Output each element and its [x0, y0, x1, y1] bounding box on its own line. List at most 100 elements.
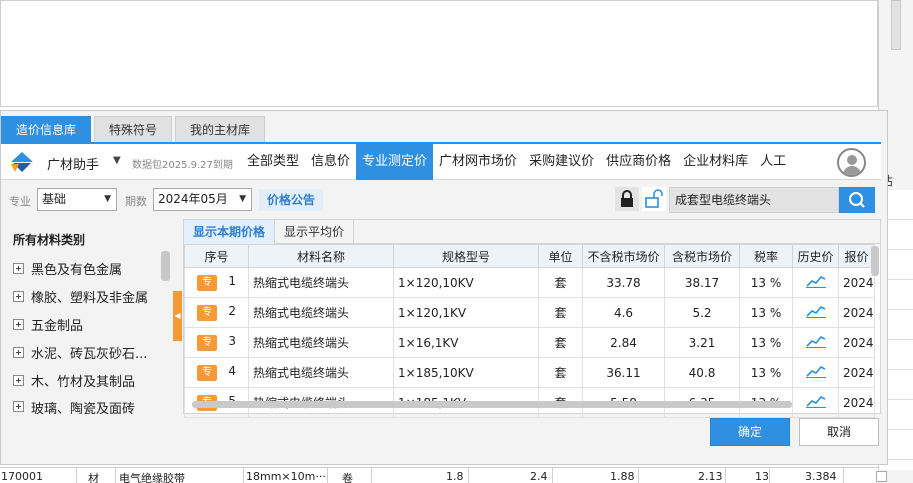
col-header-unit[interactable]: 单位	[538, 244, 583, 268]
cell-name: 热缩式电缆终端头	[248, 327, 394, 358]
category-item[interactable]: 五金制品	[13, 314, 83, 334]
nav-supplier-price[interactable]: 供应商价格	[600, 144, 677, 180]
table-row[interactable]: 专 1 热缩式电缆终端头 1×120,10KV 套 33.78 38.17 13 % 2024	[184, 267, 875, 298]
tab-price-info-library[interactable]: 造价信息库	[1, 116, 92, 142]
cell-price-in-tax: 38.17	[664, 267, 740, 298]
history-price-icon[interactable]	[805, 334, 826, 348]
search-input[interactable]: 成套型电缆终端头	[669, 187, 839, 213]
top-tab-bar: 造价信息库 特殊符号 我的主材库	[1, 116, 268, 142]
cell-no: 专 4	[184, 357, 249, 388]
row-code: 170001	[1, 470, 43, 483]
cell-history[interactable]	[792, 267, 839, 298]
expand-icon[interactable]	[13, 346, 24, 358]
history-price-icon[interactable]	[805, 364, 826, 378]
cell-unit: 套	[538, 357, 583, 388]
col-header-price-in-tax[interactable]: 含税市场价	[664, 244, 740, 268]
tab-current-period-price[interactable]: 显示本期价格	[184, 220, 276, 244]
col-header-name[interactable]: 材料名称	[248, 244, 394, 268]
row-unit: 卷	[342, 472, 353, 483]
period-select[interactable]: 2024年05月 ▼	[153, 188, 252, 211]
tab-special-symbols[interactable]: 特殊符号	[94, 116, 173, 142]
nav-professional-price[interactable]: 专业测定价	[356, 144, 434, 180]
category-panel-title: 所有材料类别	[13, 233, 86, 247]
nav-market-price[interactable]: 广材网市场价	[433, 144, 523, 180]
cell-unit: 套	[538, 267, 583, 298]
expand-icon[interactable]	[13, 374, 24, 386]
expand-icon[interactable]	[13, 262, 24, 274]
table-row[interactable]: 专 3 热缩式电缆终端头 1×16,1KV 套 2.84 3.21 13 % 2024	[184, 327, 875, 358]
row-name: 电气绝缘胶带	[119, 472, 185, 483]
row-value: 2.4	[530, 470, 548, 483]
cell-history[interactable]	[792, 387, 839, 418]
tab-my-main-materials[interactable]: 我的主材库	[175, 116, 266, 142]
cell-unit: 套	[538, 327, 583, 358]
history-price-icon[interactable]	[805, 304, 826, 318]
category-item[interactable]: 橡胶、塑料及非金属	[13, 286, 148, 306]
table-row[interactable]: 专 2 热缩式电缆终端头 1×120,1KV 套 4.6 5.2 13 % 2024	[184, 297, 875, 328]
unlock-icon[interactable]	[642, 187, 666, 211]
price-notice-button[interactable]: 价格公告	[259, 189, 324, 211]
brand-dropdown-icon[interactable]: ▼	[113, 155, 121, 166]
grid-vertical-scrollbar[interactable]	[871, 246, 879, 276]
category-label: 橡胶、塑料及非金属	[31, 290, 149, 306]
cell-price-ex-tax: 4.6	[582, 297, 665, 328]
expand-icon[interactable]	[13, 318, 24, 330]
cell-name: 热缩式电缆终端头	[248, 267, 394, 298]
price-grid: 显示本期价格 显示平均价 序号 材料名称 规格型号 单位 不含税市场价 含税市场…	[183, 219, 881, 418]
cell-no: 专 3	[184, 327, 249, 358]
nav-all-types[interactable]: 全部类型	[241, 144, 305, 180]
nav-enterprise-library[interactable]: 企业材料库	[677, 144, 754, 180]
col-header-spec[interactable]: 规格型号	[393, 244, 539, 268]
row-checkbox[interactable]	[876, 471, 887, 482]
cell-spec: 1×120,10KV	[393, 267, 539, 298]
category-item[interactable]: 木、竹材及其制品	[13, 370, 135, 390]
specialty-select[interactable]: 基础 ▼	[37, 188, 117, 211]
price-type-nav: 全部类型 信息价 专业测定价 广材网市场价 采购建议价 供应商价格 企业材料库 …	[241, 144, 792, 180]
nav-bar: 广材助手 ▼ 数据包2025.9.27到期 全部类型 信息价 专业测定价 广材网…	[1, 142, 881, 180]
cell-unit: 套	[538, 297, 583, 328]
expand-icon[interactable]	[13, 290, 24, 302]
nav-labor[interactable]: 人工	[754, 144, 792, 180]
row-number: 3	[228, 334, 237, 348]
background-table-row[interactable]: 170001 材 电气绝缘胶带 18mm×10m··· 卷 1.8 2.4 1.…	[0, 467, 878, 483]
brand-name[interactable]: 广材助手	[47, 154, 99, 173]
nav-purchase-suggested-price[interactable]: 采购建议价	[523, 144, 600, 180]
col-header-quote-date[interactable]: 报价	[838, 244, 875, 268]
nav-info-price[interactable]: 信息价	[305, 144, 356, 180]
grid-horizontal-scrollbar[interactable]	[192, 401, 792, 408]
history-price-icon[interactable]	[805, 274, 826, 288]
price-view-tabs: 显示本期价格 显示平均价	[184, 220, 880, 244]
collapse-panel-handle[interactable]: ◀	[173, 291, 182, 341]
table-row[interactable]: 专 4 热缩式电缆终端头 1×185,10KV 套 36.11 40.8 13 % 2024	[184, 357, 875, 388]
col-header-price-ex-tax[interactable]: 不含税市场价	[582, 244, 665, 268]
material-price-dialog: 造价信息库 特殊符号 我的主材库 广材助手 ▼ 数据包2025.9.27到期 全…	[0, 110, 888, 465]
cell-history[interactable]	[792, 327, 839, 358]
category-scrollbar[interactable]	[161, 251, 170, 281]
cell-quote-date: 2024	[838, 357, 875, 388]
cancel-button[interactable]: 取消	[799, 418, 879, 446]
col-header-tax-rate[interactable]: 税率	[739, 244, 793, 268]
category-item[interactable]: 黑色及有色金属	[13, 258, 122, 278]
tab-average-price[interactable]: 显示平均价	[275, 220, 355, 244]
specialty-value: 基础	[42, 192, 67, 206]
expand-icon[interactable]	[13, 401, 24, 412]
cell-spec: 1×120,1KV	[393, 297, 539, 328]
col-header-no[interactable]: 序号	[184, 244, 249, 268]
cell-quote-date: 2024	[838, 387, 875, 418]
category-item[interactable]: 水泥、砖瓦灰砂石...	[13, 342, 147, 362]
search-icon[interactable]	[839, 187, 875, 213]
history-price-icon[interactable]	[805, 394, 826, 408]
col-header-history[interactable]: 历史价	[792, 244, 839, 268]
cell-spec: 1×185,10KV	[393, 357, 539, 388]
confirm-button[interactable]: 确定	[710, 418, 790, 446]
cell-history[interactable]	[792, 357, 839, 388]
category-item[interactable]: 玻璃、陶瓷及面砖	[13, 398, 135, 414]
cell-tax-rate: 13 %	[739, 357, 793, 388]
cell-history[interactable]	[792, 297, 839, 328]
cell-name: 热缩式电缆终端头	[248, 297, 394, 328]
row-value: 13	[755, 470, 769, 483]
user-avatar-icon[interactable]	[837, 148, 866, 177]
background-scrollbar[interactable]	[891, 0, 901, 50]
lock-icon[interactable]	[615, 187, 639, 211]
category-label: 水泥、砖瓦灰砂石...	[31, 346, 148, 362]
